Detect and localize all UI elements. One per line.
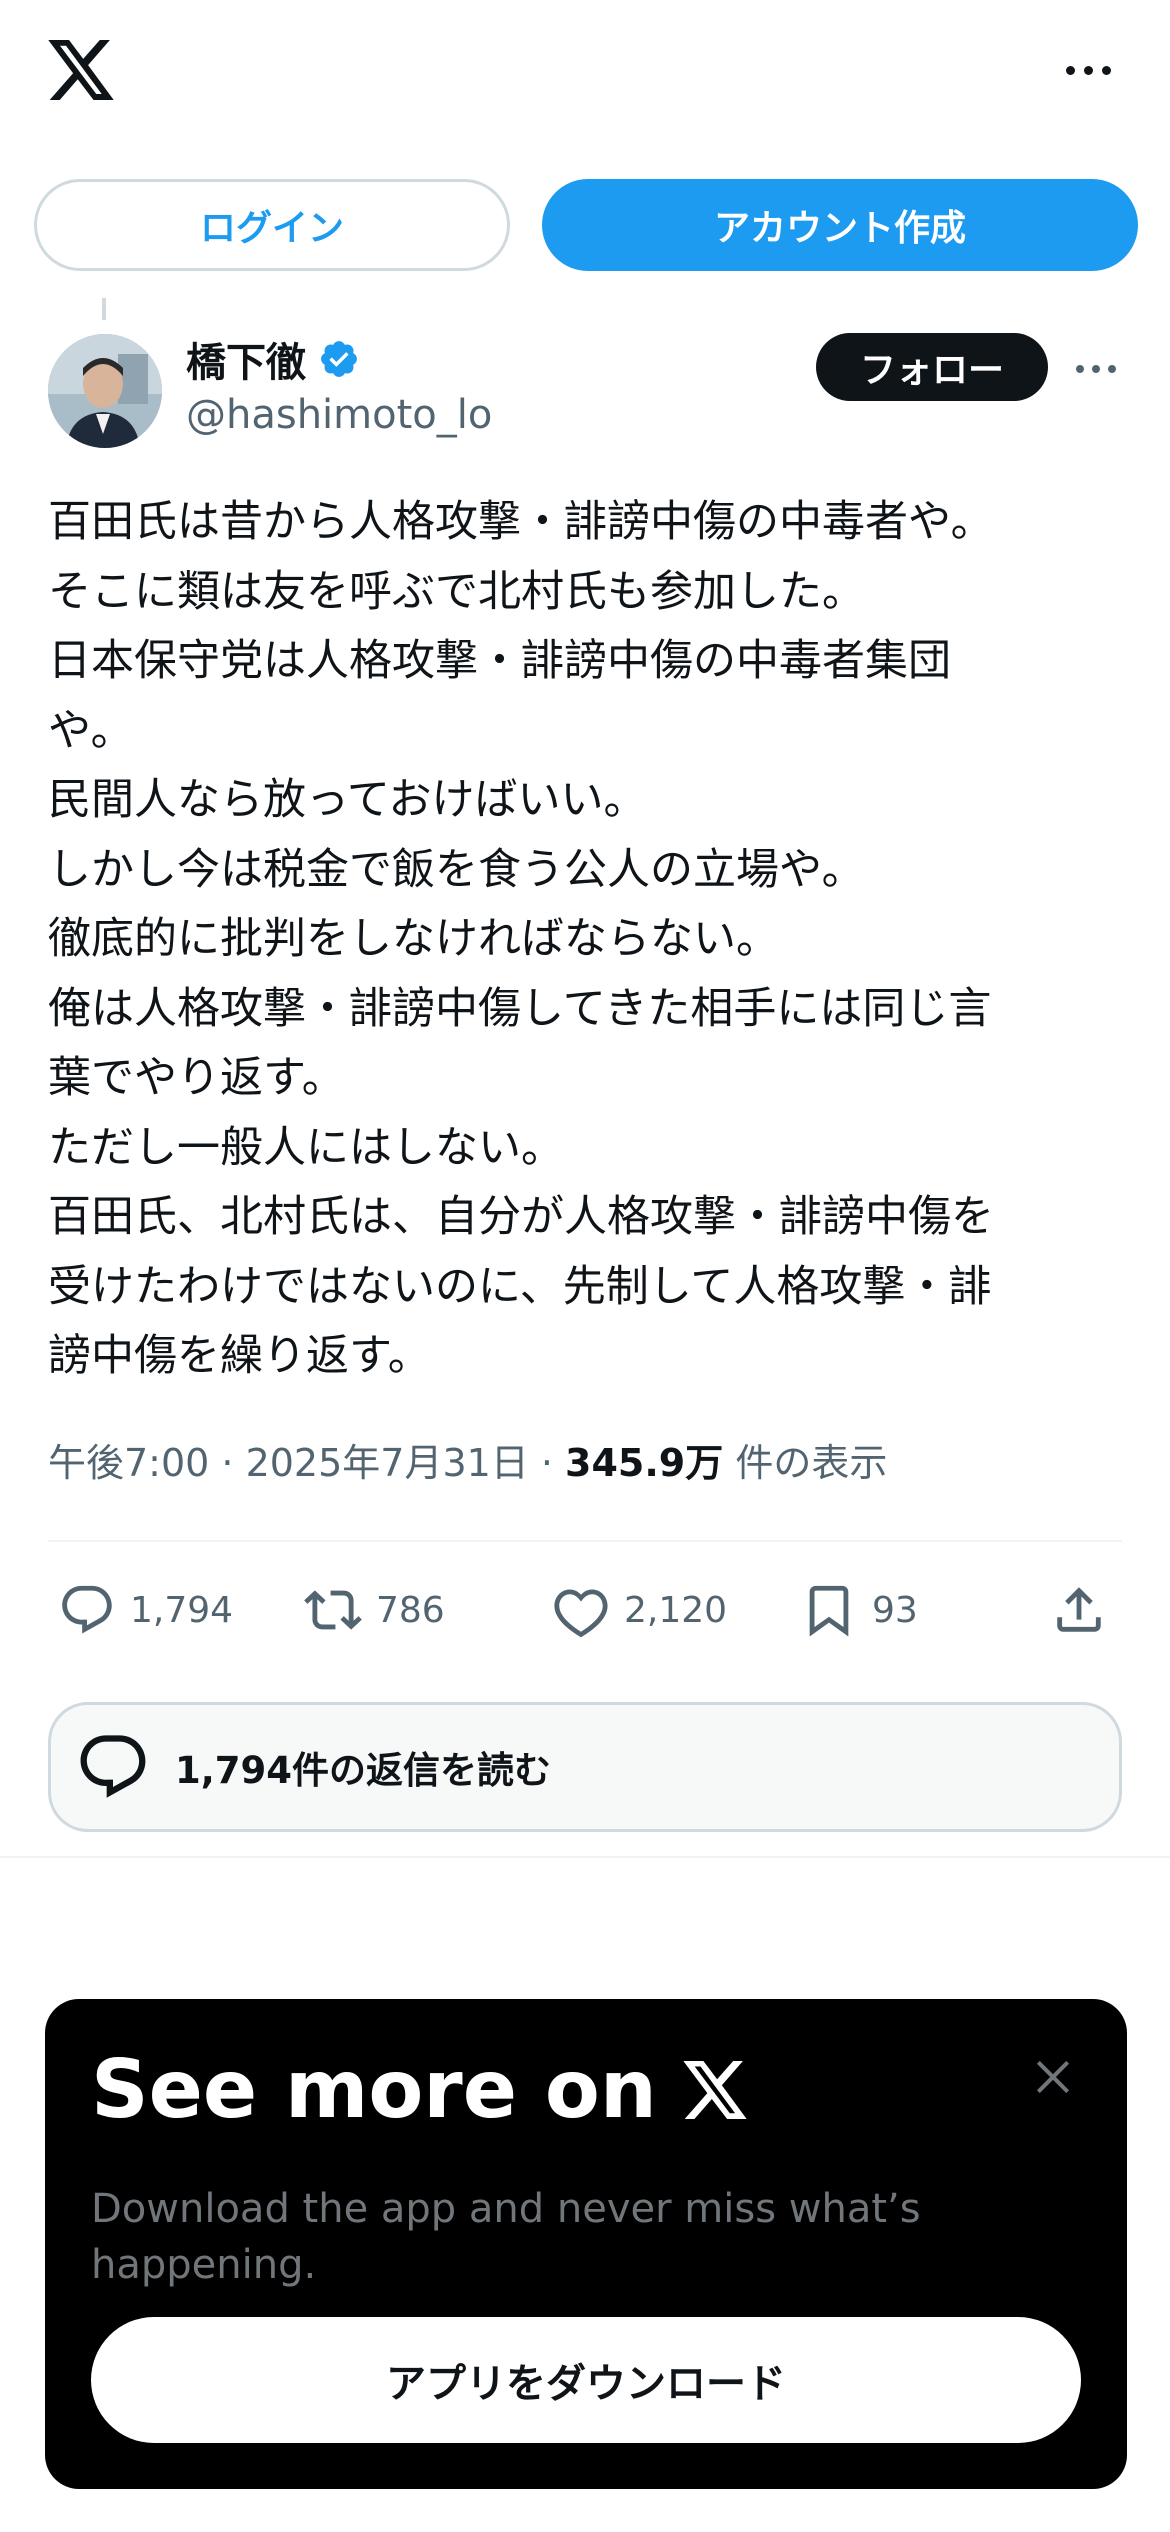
share-icon — [1057, 1587, 1101, 1632]
view-count: 345.9万 — [565, 1441, 724, 1485]
promo-description: Download the app and never miss what’s h… — [91, 2186, 921, 2288]
download-app-button[interactable]: アプリをダウンロード — [91, 2317, 1081, 2443]
retweet-count: 786 — [376, 1589, 445, 1631]
top-bar — [0, 0, 1170, 150]
like-action[interactable]: 2,120 — [552, 1575, 727, 1645]
author-handle[interactable]: @hashimoto_lo — [186, 392, 492, 438]
signup-button[interactable]: アカウント作成 — [542, 179, 1138, 271]
avatar[interactable] — [48, 334, 162, 448]
bookmark-icon — [809, 1585, 849, 1637]
app-promo-sheet: See more on Download the app and never m… — [45, 1999, 1127, 2489]
reply-count: 1,794 — [130, 1589, 234, 1631]
retweet-icon — [304, 1590, 362, 1630]
author-name[interactable]: 橋下徹 — [186, 330, 306, 388]
view-label: 件の表示 — [723, 1441, 888, 1485]
login-button[interactable]: ログイン — [34, 179, 510, 271]
verified-badge-icon — [321, 341, 357, 377]
follow-button[interactable]: フォロー — [816, 333, 1048, 401]
share-action[interactable] — [1050, 1575, 1108, 1645]
thread-connector — [102, 298, 106, 320]
read-replies-label: 1,794件の返信を読む — [175, 1749, 552, 1792]
close-icon[interactable] — [1031, 2055, 1075, 2099]
bookmark-action[interactable]: 93 — [800, 1575, 918, 1645]
divider — [0, 1856, 1170, 1858]
tweet-timestamp[interactable]: 午後7:00 · 2025年7月31日 · — [48, 1441, 565, 1485]
read-replies-button[interactable]: 1,794件の返信を読む — [48, 1702, 1122, 1832]
avatar-image — [48, 334, 162, 448]
divider — [48, 1540, 1122, 1542]
author-name-row: 橋下徹 — [186, 330, 360, 388]
promo-title-text: See more on — [91, 2043, 657, 2136]
promo-title: See more on — [91, 2043, 747, 2136]
reply-action[interactable]: 1,794 — [58, 1575, 233, 1645]
tweet-more-icon[interactable] — [1068, 354, 1124, 384]
retweet-action[interactable]: 786 — [304, 1575, 445, 1645]
like-count: 2,120 — [624, 1589, 728, 1631]
tweet-meta: 午後7:00 · 2025年7月31日 · 345.9万 件の表示 — [48, 1432, 887, 1487]
more-options-icon[interactable] — [1058, 55, 1118, 85]
x-logo-icon[interactable] — [48, 40, 114, 100]
reply-icon — [62, 1585, 112, 1634]
bookmark-count: 93 — [872, 1589, 918, 1631]
x-logo-icon — [683, 2060, 747, 2119]
reply-icon — [80, 1735, 146, 1798]
tweet-text: 百田氏は昔から人格攻撃・誹謗中傷の中毒者や。 そこに類は友を呼ぶで北村氏も参加し… — [48, 497, 994, 1381]
heart-icon — [554, 1589, 608, 1638]
